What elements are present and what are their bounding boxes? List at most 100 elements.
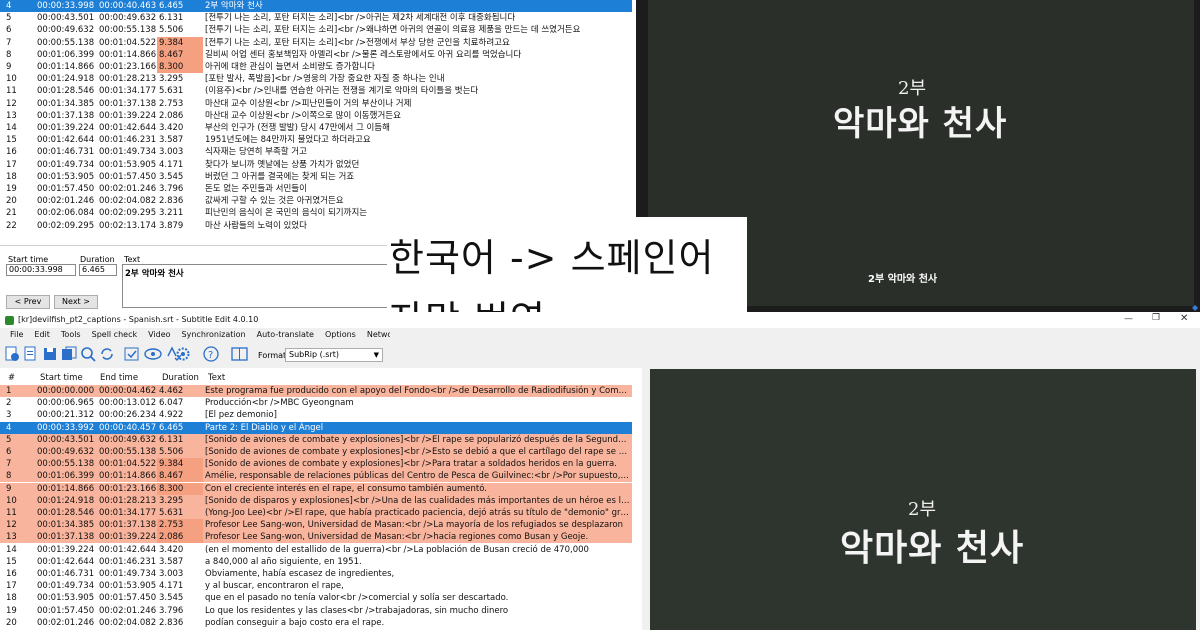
minimize-icon[interactable]: — xyxy=(1124,314,1133,324)
top-video-seek-marker[interactable]: ◆ xyxy=(1192,304,1200,312)
subtitle-edit-window: [kr]devilfish_pt2_captions - Spanish.srt… xyxy=(0,312,1200,630)
next-button[interactable]: Next > xyxy=(54,295,98,309)
table-row[interactable]: 19 00:01:57.450 00:02:01.246 3.796 Lo que lo… xyxy=(0,605,632,617)
text-editor[interactable]: 2부 악마와 천사 xyxy=(122,264,392,308)
table-row[interactable]: 14 00:01:39.224 00:01:42.644 3.420 (en el mo… xyxy=(0,544,632,556)
table-row[interactable]: 10 00:01:24.918 00:01:28.213 3.295 [포탄 발사, 폭… xyxy=(0,73,632,85)
duration-cell: 4.462 xyxy=(159,386,184,396)
table-row[interactable]: 13 00:01:37.138 00:01:39.224 2.086 Profesor … xyxy=(0,531,632,544)
start-time-cell: 00:02:06.084 xyxy=(37,208,95,219)
table-row[interactable]: 2 00:00:06.965 00:00:13.012 6.047 Producción… xyxy=(0,397,632,409)
header-text[interactable]: Text xyxy=(208,372,632,384)
duration-cell: 3.545 xyxy=(159,593,184,604)
table-row[interactable]: 6 00:00:49.632 00:00:55.138 5.506 [Sonido de… xyxy=(0,446,632,458)
end-time-cell: 00:01:53.905 xyxy=(99,581,157,592)
header-start[interactable]: Start time xyxy=(40,372,100,384)
menu-item-file[interactable]: File xyxy=(10,330,23,339)
table-row[interactable]: 17 00:01:49.734 00:01:53.905 4.171 y al busc… xyxy=(0,580,632,592)
find-icon[interactable] xyxy=(80,346,96,362)
help-icon[interactable]: ? xyxy=(203,346,219,362)
duration-cell: 6.047 xyxy=(159,398,184,409)
table-row[interactable]: 15 00:01:42.644 00:01:46.231 3.587 1951년도에는 … xyxy=(0,134,632,146)
end-time-cell: 00:02:04.082 xyxy=(99,196,157,207)
fix-errors-icon[interactable] xyxy=(124,346,140,362)
settings-icon[interactable] xyxy=(175,346,191,362)
table-row[interactable]: 8 00:01:06.399 00:01:14.866 8.467 Amélie, re… xyxy=(0,470,632,483)
layout-icon[interactable] xyxy=(231,346,249,362)
duration-cell: 9.384 xyxy=(157,36,203,49)
start-time-cell: 00:00:49.632 xyxy=(37,25,95,36)
table-row[interactable]: 4 00:00:33.998 00:00:40.463 6.465 2부 악마와 천사 xyxy=(0,0,632,12)
end-time-cell: 00:01:39.224 xyxy=(99,110,157,121)
new-file-icon[interactable] xyxy=(4,346,20,362)
table-row[interactable]: 5 00:00:43.501 00:00:49.632 6.131 [Sonido de… xyxy=(0,433,632,446)
table-row[interactable]: 15 00:01:42.644 00:01:46.231 3.587 a 840,000… xyxy=(0,556,632,568)
table-row[interactable]: 20 00:02:01.246 00:02:04.082 2.836 podían co… xyxy=(0,617,632,629)
duration-cell: 8.300 xyxy=(157,482,203,495)
table-row[interactable]: 10 00:01:24.918 00:01:28.213 3.295 [Sonido d… xyxy=(0,494,632,507)
table-row[interactable]: 7 00:00:55.138 00:01:04.522 9.384 [Sonido de… xyxy=(0,458,632,471)
start-time-cell: 00:00:43.501 xyxy=(37,13,95,24)
header-end[interactable]: End time xyxy=(100,372,158,384)
menu-item-edit[interactable]: Edit xyxy=(34,330,50,339)
start-time-field[interactable]: 00:00:33.998 xyxy=(6,264,76,276)
table-row[interactable]: 7 00:00:55.138 00:01:04.522 9.384 [전투기 나는 소리… xyxy=(0,36,632,49)
table-row[interactable]: 18 00:01:53.905 00:01:57.450 3.545 버렸던 그 아귀를… xyxy=(0,171,632,183)
table-row[interactable]: 9 00:01:14.866 00:01:23.166 8.300 Con el cre… xyxy=(0,482,632,495)
duration-cell: 3.003 xyxy=(159,147,184,158)
menu-item-auto-translate[interactable]: Auto-translate xyxy=(257,330,314,339)
duration-cell: 5.506 xyxy=(159,447,184,457)
header-number[interactable]: # xyxy=(8,372,34,384)
save-as-icon[interactable] xyxy=(61,346,77,362)
table-row[interactable]: 6 00:00:49.632 00:00:55.138 5.506 [전투기 나는 소리… xyxy=(0,24,632,36)
format-select-value: SubRip (.srt) xyxy=(289,350,340,359)
start-time-cell: 00:01:46.731 xyxy=(37,569,95,579)
duration-cell: 2.836 xyxy=(159,196,184,207)
end-time-cell: 00:01:04.522 xyxy=(99,37,157,48)
end-time-cell: 00:01:57.450 xyxy=(99,171,157,182)
menu-item-tools[interactable]: Tools xyxy=(61,330,81,339)
close-icon[interactable]: ✕ xyxy=(1180,313,1188,324)
maximize-icon[interactable]: ❐ xyxy=(1152,313,1160,323)
table-row[interactable]: 17 00:01:49.734 00:01:53.905 4.171 찾다가 보니까 옛… xyxy=(0,159,632,171)
menu-item-synchronization[interactable]: Synchronization xyxy=(182,330,246,339)
duration-cell: 3.420 xyxy=(159,544,184,555)
table-row[interactable]: 9 00:01:14.866 00:01:23.166 8.300 아귀에 대한 관심이… xyxy=(0,61,632,73)
start-time-label: Start time xyxy=(8,255,49,264)
menu-item-options[interactable]: Options xyxy=(325,330,356,339)
subtitle-text-cell: (이용주)<br />인내를 연습한 아귀는 전쟁을 계기로 악마의 타이틀을 … xyxy=(205,86,479,97)
format-select[interactable]: SubRip (.srt) ▼ xyxy=(285,348,383,362)
prev-button[interactable]: < Prev xyxy=(6,295,50,309)
table-row[interactable]: 4 00:00:33.992 00:00:40.457 6.465 Parte 2: E… xyxy=(0,421,632,434)
duration-field[interactable]: 6.465 xyxy=(79,264,117,276)
table-row[interactable]: 16 00:01:46.731 00:01:49.734 3.003 Obviament… xyxy=(0,568,632,580)
header-duration[interactable]: Duration xyxy=(160,372,206,384)
table-row[interactable]: 11 00:01:28.546 00:01:34.177 5.631 (Yong-Joo… xyxy=(0,507,632,519)
menu-item-networking[interactable]: Networking xyxy=(367,330,390,339)
table-row[interactable]: 3 00:00:21.312 00:00:26.234 4.922 [El pez de… xyxy=(0,409,632,421)
table-row[interactable]: 13 00:01:37.138 00:01:39.224 2.086 마산대 교수 이상… xyxy=(0,110,632,122)
table-row[interactable]: 16 00:01:46.731 00:01:49.734 3.003 식자재는 당연히 … xyxy=(0,146,632,158)
table-row[interactable]: 18 00:01:53.905 00:01:57.450 3.545 que en el… xyxy=(0,592,632,604)
open-file-icon[interactable] xyxy=(23,346,39,362)
duration-cell: 8.300 xyxy=(157,61,203,73)
subtitle-text-cell: [El pez demonio] xyxy=(205,410,277,421)
replace-icon[interactable] xyxy=(99,346,115,362)
format-label: Format xyxy=(258,351,287,360)
table-row[interactable]: 20 00:02:01.246 00:02:04.082 2.836 값싸게 구할 수 … xyxy=(0,195,632,207)
visual-sync-icon[interactable] xyxy=(144,346,162,362)
table-row[interactable]: 14 00:01:39.224 00:01:42.644 3.420 부산의 인구가 (… xyxy=(0,122,632,134)
table-row[interactable]: 11 00:01:28.546 00:01:34.177 5.631 (이용주)<br … xyxy=(0,85,632,97)
table-row[interactable]: 5 00:00:43.501 00:00:49.632 6.131 [전투기 나는 소리… xyxy=(0,12,632,24)
menu-item-spell-check[interactable]: Spell check xyxy=(92,330,138,339)
table-row[interactable]: 19 00:01:57.450 00:02:01.246 3.796 돈도 없는 주민들… xyxy=(0,183,632,195)
row-number-cell: 16 xyxy=(6,147,17,158)
row-number-cell: 19 xyxy=(6,184,17,194)
table-row[interactable]: 1 00:00:00.000 00:00:04.462 4.462 Este progr… xyxy=(0,385,632,397)
menu-item-video[interactable]: Video xyxy=(148,330,170,339)
table-row[interactable]: 8 00:01:06.399 00:01:14.866 8.467 길비씨 어업 센터 … xyxy=(0,48,632,61)
table-row[interactable]: 12 00:01:34.385 00:01:37.138 2.753 마산대 교수 이상… xyxy=(0,98,632,110)
duration-cell: 4.171 xyxy=(159,159,184,170)
table-row[interactable]: 12 00:01:34.385 00:01:37.138 2.753 Profesor … xyxy=(0,519,632,532)
save-icon[interactable] xyxy=(42,346,58,362)
